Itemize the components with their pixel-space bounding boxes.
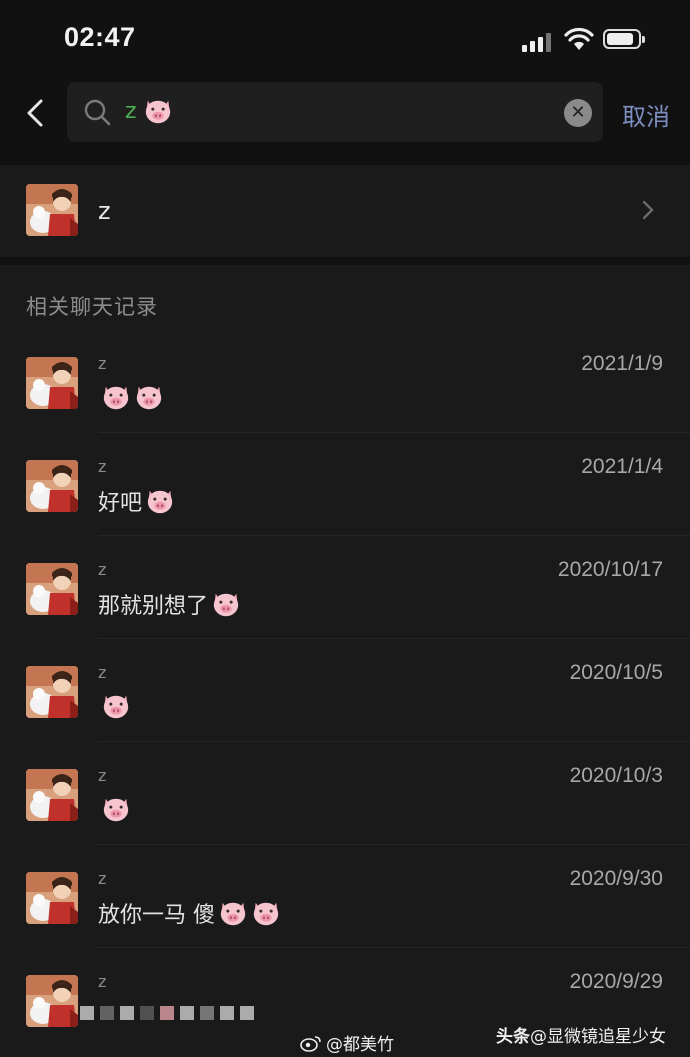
- chevron-right-icon: [642, 200, 654, 220]
- message-sender: z: [98, 560, 107, 579]
- search-input[interactable]: z ✕: [67, 82, 603, 142]
- search-icon: [84, 99, 111, 126]
- wifi-icon: [564, 27, 594, 50]
- pig-emoji-icon: [211, 589, 241, 619]
- message-preview: 好吧: [98, 485, 175, 517]
- chat-record-item[interactable]: z 2021/1/9: [0, 330, 690, 433]
- pig-emoji-icon: [251, 898, 281, 928]
- chat-record-item[interactable]: z 2021/1/4 好吧: [0, 433, 690, 536]
- battery-icon: [603, 29, 645, 49]
- chat-record-item[interactable]: z 2020/10/5: [0, 639, 690, 742]
- pig-emoji-icon: [101, 794, 131, 824]
- toutiao-watermark: 头条@显微镜追星少女: [496, 1022, 666, 1047]
- message-text: 放你一马 傻: [98, 903, 215, 928]
- pig-emoji-icon: [101, 382, 131, 412]
- chat-record-item[interactable]: z 2020/10/3: [0, 742, 690, 845]
- message-preview: [98, 691, 131, 721]
- cancel-button[interactable]: 取消: [622, 97, 670, 132]
- chat-history-section: 相关聊天记录 z 2021/1/9 z 2021/1/4 好吧 z 2020/10/17 那就…: [0, 265, 690, 1057]
- message-preview: 那就别想了: [98, 588, 241, 620]
- message-preview: [98, 382, 164, 412]
- avatar: [26, 357, 78, 409]
- message-text: 好吧: [98, 491, 143, 516]
- chat-record-item[interactable]: z 2020/9/30 放你一马 傻: [0, 845, 690, 948]
- toutiao-brand: 头条: [496, 1027, 530, 1047]
- message-preview: 放你一马 傻: [98, 897, 281, 929]
- avatar: [26, 975, 78, 1027]
- avatar: [26, 563, 78, 615]
- avatar: [26, 460, 78, 512]
- cellular-signal-icon: [522, 30, 556, 52]
- back-arrow-icon[interactable]: [22, 98, 52, 128]
- pig-emoji-icon: [145, 486, 175, 516]
- toutiao-handle: @显微镜追星少女: [530, 1027, 666, 1047]
- message-sender: z: [98, 354, 107, 373]
- contact-result[interactable]: z: [0, 165, 690, 257]
- avatar: [26, 769, 78, 821]
- message-date: 2021/1/4: [581, 455, 663, 478]
- message-date: 2021/1/9: [581, 352, 663, 375]
- clear-search-icon[interactable]: ✕: [564, 99, 592, 127]
- message-date: 2020/10/17: [557, 558, 663, 581]
- message-sender: z: [98, 663, 107, 682]
- message-preview: [98, 794, 131, 824]
- weibo-logo-icon: [300, 1035, 321, 1052]
- chat-record-item[interactable]: z 2020/10/17 那就别想了: [0, 536, 690, 639]
- section-title: 相关聊天记录: [26, 295, 158, 319]
- message-date: 2020/9/29: [569, 970, 663, 993]
- search-query-text: z: [125, 98, 137, 124]
- search-header: z ✕ 取消: [0, 80, 690, 162]
- avatar: [26, 666, 78, 718]
- pig-emoji-icon: [218, 898, 248, 928]
- weibo-handle: @都美竹: [326, 1035, 394, 1055]
- weibo-watermark: @都美竹: [300, 1030, 394, 1055]
- avatar: [26, 872, 78, 924]
- message-sender: z: [98, 972, 107, 991]
- message-date: 2020/10/3: [569, 764, 663, 787]
- status-time: 02:47: [64, 22, 136, 52]
- message-sender: z: [98, 869, 107, 888]
- avatar: [26, 184, 78, 236]
- message-sender: z: [98, 766, 107, 785]
- message-sender: z: [98, 457, 107, 476]
- pig-emoji-icon: [101, 691, 131, 721]
- message-date: 2020/10/5: [569, 661, 663, 684]
- contact-name: z: [98, 197, 111, 225]
- pig-emoji-icon: [134, 382, 164, 412]
- blurred-text: [80, 1006, 254, 1020]
- status-bar: 02:47: [0, 0, 690, 80]
- pig-emoji-icon: [143, 96, 173, 126]
- message-text: 那就别想了: [98, 594, 209, 619]
- message-date: 2020/9/30: [569, 867, 663, 890]
- search-query: z: [125, 96, 173, 126]
